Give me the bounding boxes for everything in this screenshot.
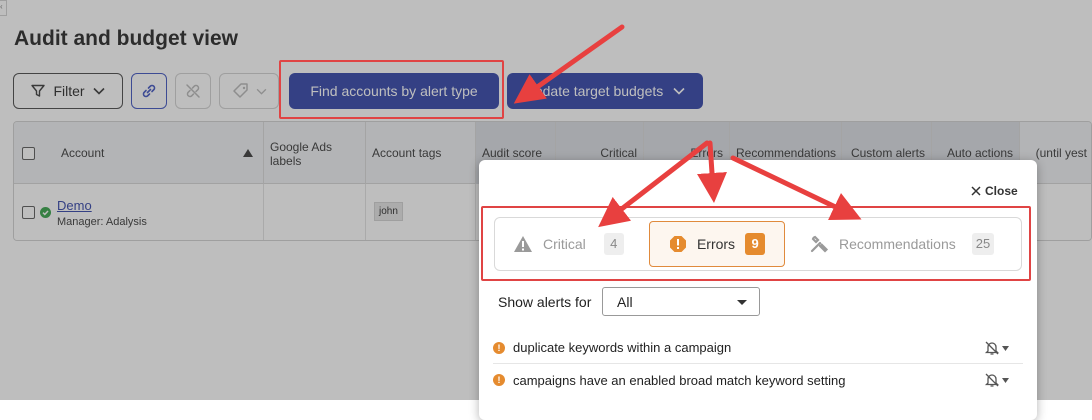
annotation-arrow [697,140,727,203]
annotation-arrow [513,24,625,104]
annotation-arrow [598,140,710,228]
annotation-arrows [513,24,862,228]
annotation-arrow [730,155,862,221]
